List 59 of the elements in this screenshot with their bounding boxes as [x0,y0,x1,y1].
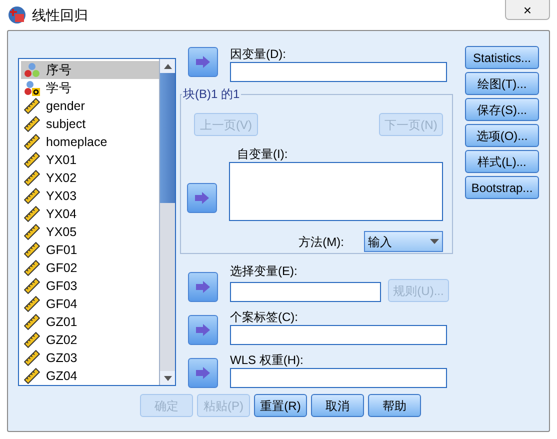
dialog-button[interactable]: 选项(O)... [465,124,539,147]
variable-item[interactable]: YX01 [21,151,159,169]
field-label: 自变量(I): [236,147,289,162]
dialog-button[interactable]: 取消 [311,394,364,417]
selection-field[interactable] [230,282,381,302]
string-variable-icon [24,80,40,96]
variable-item[interactable]: gender [21,97,159,115]
dialog-button[interactable]: Bootstrap... [465,176,539,199]
variable-item[interactable]: YX05 [21,223,159,241]
move-arrow-button[interactable] [188,272,218,302]
variable-item[interactable]: GZ02 [21,331,159,349]
dialog-button[interactable]: 帮助 [368,394,421,417]
app-icon [8,6,26,24]
dialog-button[interactable]: Statistics... [465,46,539,69]
move-arrow-button[interactable] [188,358,218,388]
move-arrow-button[interactable] [188,315,218,345]
right-arrow-icon [196,281,210,293]
variable-item[interactable]: subject [21,115,159,133]
nominal-variable-icon [24,62,40,78]
field-label: WLS 权重(H): [230,353,304,368]
variable-item[interactable]: GZ03 [21,349,159,367]
right-arrow-icon [196,56,210,68]
variable-item[interactable]: homeplace [21,133,159,151]
variable-item[interactable]: GF03 [21,277,159,295]
field-label: 因变量(D): [230,47,287,62]
variable-item[interactable]: YX03 [21,187,159,205]
variable-item[interactable]: 序号 [21,61,159,79]
variable-item[interactable]: GF01 [21,241,159,259]
variable-item[interactable]: GZ01 [21,313,159,331]
dependent-field[interactable] [230,62,447,82]
scrollbar[interactable] [159,59,175,385]
group-title: 块(B)1 的1 [182,86,241,102]
dialog-button[interactable]: 绘图(T)... [465,72,539,95]
method-label: 方法(M): [298,234,344,250]
field-label: 个案标签(C): [230,310,299,325]
right-arrow-icon [196,367,210,379]
dialog-button[interactable]: 保存(S)... [465,98,539,121]
variable-item[interactable]: GF04 [21,295,159,313]
dialog-button[interactable]: 重置(R) [254,394,307,417]
window-title: 线性回归 [32,6,88,24]
independents-field[interactable] [229,162,443,221]
variable-item[interactable]: 学号 [21,79,159,97]
case-label-field[interactable] [230,325,447,345]
variable-item[interactable]: YX04 [21,205,159,223]
method-dropdown[interactable]: 输入 [364,231,443,252]
variable-item[interactable]: GF02 [21,259,159,277]
scroll-up-icon [164,64,172,68]
move-arrow-button[interactable] [187,183,217,213]
right-arrow-icon [196,324,210,336]
dialog-button[interactable]: 样式(L)... [465,150,539,173]
scroll-down-icon [164,376,172,380]
field-label: 选择变量(E): [230,264,298,279]
dropdown-caret-icon [430,239,439,244]
wls-weight-field[interactable] [230,368,447,388]
close-button[interactable]: × [505,0,550,20]
right-arrow-icon [195,192,209,204]
variable-item[interactable]: YX02 [21,169,159,187]
move-arrow-button[interactable] [188,47,218,77]
variable-item[interactable]: GZ04 [21,367,159,385]
